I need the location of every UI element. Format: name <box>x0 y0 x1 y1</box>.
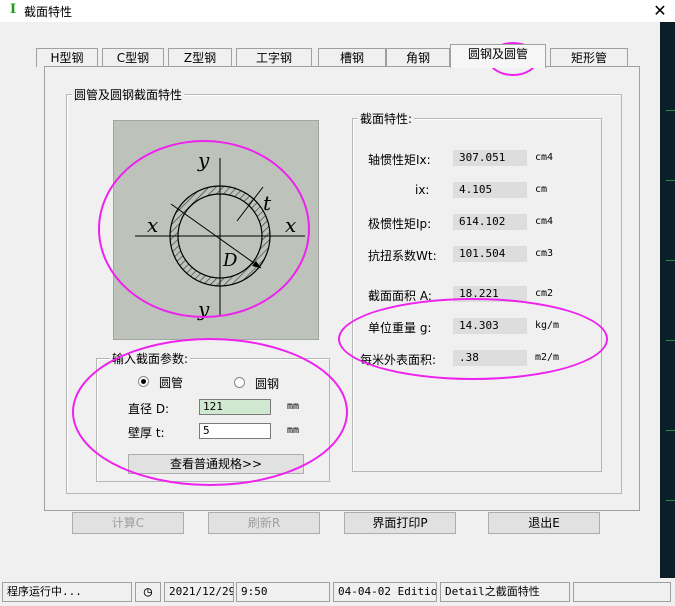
clock-icon: ◷ <box>135 582 161 602</box>
tab-angle[interactable]: 角钢 <box>386 48 450 67</box>
x-right-label: x <box>285 213 296 237</box>
y-top-label: y <box>197 148 210 172</box>
diameter-unit: mm <box>287 401 300 412</box>
x-left-label: x <box>147 213 158 237</box>
strip-tick <box>666 340 675 341</box>
radio-dot <box>141 379 146 384</box>
calc-button[interactable]: 计算C <box>72 512 184 534</box>
thickness-unit: mm <box>287 425 300 436</box>
prop-unit-weight: kg/m <box>535 320 560 331</box>
diameter-label: 直径 D: <box>128 402 170 416</box>
status-time: 9:50 <box>236 582 330 602</box>
prop-label-radius: ix: <box>415 183 430 197</box>
window-title: 截面特性 <box>24 5 73 19</box>
radio-tube[interactable] <box>138 376 149 387</box>
strip-tick <box>666 430 675 431</box>
prop-label-weight: 单位重量 g: <box>368 321 432 335</box>
view-spec-button[interactable]: 查看普通规格>> <box>128 454 304 474</box>
thickness-label: 壁厚 t: <box>128 426 165 440</box>
prop-value-radius: 4.105 <box>453 182 527 198</box>
prop-label-area: 截面面积 A: <box>368 289 432 303</box>
close-icon[interactable]: ✕ <box>645 0 675 22</box>
prop-unit-area: cm2 <box>535 288 554 299</box>
thickness-input[interactable]: 5 <box>199 423 271 439</box>
strip-tick <box>666 110 675 111</box>
print-button[interactable]: 界面打印P <box>344 512 456 534</box>
group-title: 圆管及圆钢截面特性 <box>72 86 185 103</box>
radio-tube-label[interactable]: 圆管 <box>159 374 183 391</box>
exit-button[interactable]: 退出E <box>488 512 600 534</box>
strip-tick <box>666 180 675 181</box>
prop-value-ix: 307.051 <box>453 150 527 166</box>
diameter-input[interactable]: 121 <box>199 399 271 415</box>
prop-unit-ip: cm4 <box>535 216 554 227</box>
status-empty <box>573 582 671 602</box>
prop-unit-radius: cm <box>535 184 548 195</box>
tab-round[interactable]: 圆钢及圆管 <box>450 44 546 68</box>
tab-rect-tube[interactable]: 矩形管 <box>550 48 628 67</box>
prop-value-wt: 101.504 <box>453 246 527 262</box>
strip-tick <box>666 500 675 501</box>
prop-value-surface: .38 <box>453 350 527 366</box>
props-title: 截面特性: <box>358 110 415 127</box>
t-label: t <box>263 191 272 215</box>
prop-unit-ix: cm4 <box>535 152 554 163</box>
input-group-title: 输入截面参数: <box>110 350 191 367</box>
status-date: 2021/12/29 <box>164 582 234 602</box>
status-running: 程序运行中... <box>2 582 132 602</box>
status-detail: Detail之截面特性 <box>440 582 570 602</box>
y-bottom-label: y <box>197 297 210 321</box>
prop-unit-surface: m2/m <box>535 352 560 363</box>
background-window-strip <box>660 22 675 578</box>
tab-z-steel[interactable]: Z型钢 <box>168 48 232 67</box>
tab-c-steel[interactable]: C型钢 <box>102 48 164 67</box>
prop-label-ix: 轴惯性矩Ix: <box>368 153 431 167</box>
prop-value-weight: 14.303 <box>453 318 527 334</box>
radio-bar-label[interactable]: 圆钢 <box>255 375 279 392</box>
refresh-button[interactable]: 刷新R <box>208 512 320 534</box>
d-label: D <box>222 250 238 271</box>
prop-label-wt: 抗扭系数Wt: <box>368 249 437 263</box>
tab-channel[interactable]: 槽钢 <box>318 48 386 67</box>
app-icon: I <box>9 2 17 17</box>
tab-h-steel[interactable]: H型钢 <box>36 48 98 67</box>
strip-tick <box>666 260 675 261</box>
prop-unit-wt: cm3 <box>535 248 554 259</box>
title-bar <box>0 0 675 22</box>
prop-value-area: 18.221 <box>453 286 527 302</box>
prop-label-ip: 极惯性矩Ip: <box>368 217 432 231</box>
tab-i-beam[interactable]: 工字钢 <box>236 48 312 67</box>
prop-value-ip: 614.102 <box>453 214 527 230</box>
status-edition: 04-04-02 Edition <box>333 582 437 602</box>
section-diagram: y y x x t D <box>113 120 319 340</box>
prop-label-surface: 每米外表面积: <box>360 353 437 367</box>
radio-bar[interactable] <box>234 377 245 388</box>
